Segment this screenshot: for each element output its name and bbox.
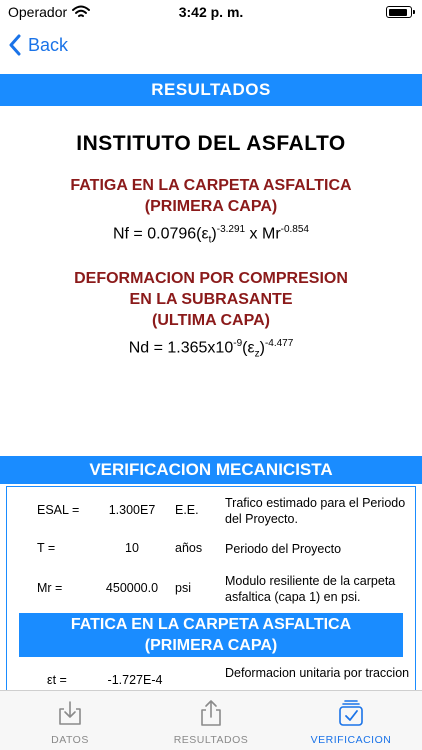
fatigue-formula: Nf = 0.0796(εt)-3.291 x Mr-0.854 xyxy=(112,224,309,246)
period-unit: años xyxy=(175,541,203,555)
back-button[interactable]: Back xyxy=(8,34,68,56)
tab-verificacion[interactable]: VERIFICACION xyxy=(281,691,421,750)
checkbox-stack-icon xyxy=(339,700,363,726)
battery-icon xyxy=(386,6,415,18)
esal-label: ESAL = xyxy=(37,503,80,517)
period-value: 10 xyxy=(125,541,139,555)
tab-resultados[interactable]: RESULTADOS xyxy=(141,691,281,750)
strain-description: Deformacion unitaria por traccion xyxy=(225,666,410,680)
deformation-formula: Nd = 1.365x10-9(εz)-4.477 xyxy=(128,338,294,360)
period-description: Periodo del Proyecto xyxy=(225,542,342,556)
strain-value: -1.727E-4 xyxy=(107,673,163,687)
tab-resultados-label: RESULTADOS xyxy=(173,734,249,746)
tab-datos[interactable]: DATOS xyxy=(0,691,140,750)
chevron-left-icon xyxy=(9,34,21,56)
tab-verificacion-label: VERIFICACION xyxy=(310,734,392,746)
esal-description: Trafico estimado para el Periodo del Pro… xyxy=(225,496,406,526)
modulus-value: 450000.0 xyxy=(105,581,159,595)
clock-time: 3:42 p. m. xyxy=(178,4,244,20)
esal-unit: E.E. xyxy=(175,503,199,517)
esal-value: 1.300E7 xyxy=(108,503,156,517)
page-title: RESULTADOS xyxy=(0,74,422,106)
fatigue-section-title-line2: (PRIMERA CAPA) xyxy=(144,637,278,654)
deformation-heading-line3: (ULTIMA CAPA) xyxy=(152,312,270,329)
verification-panel[interactable]: ESAL = 1.300E7 E.E. Trafico estimado par… xyxy=(6,486,416,690)
fatigue-section-title: FATICA EN LA CARPETA ASFALTICA (PRIMERA … xyxy=(19,613,403,657)
verification-title: VERIFICACION MECANICISTA xyxy=(0,456,422,484)
download-tray-icon xyxy=(59,701,81,725)
fatigue-heading-line2: (PRIMERA CAPA) xyxy=(144,198,278,215)
battery-level xyxy=(388,8,408,16)
institute-heading: INSTITUTO DEL ASFALTO xyxy=(76,132,346,155)
tab-datos-label: DATOS xyxy=(51,734,89,746)
fatigue-heading-line1: FATIGA EN LA CARPETA ASFALTICA xyxy=(70,177,352,194)
deformation-heading-line2: EN LA SUBRASANTE xyxy=(129,291,293,308)
modulus-description: Modulo resiliente de la carpeta asfaltic… xyxy=(225,574,396,604)
battery-tip xyxy=(413,10,415,14)
modulus-label: Mr = xyxy=(37,581,63,595)
tab-bar: DATOS RESULTADOS VERIFICACION xyxy=(0,690,422,750)
navigation-bar: Back xyxy=(0,28,422,70)
deformation-heading-line1: DEFORMACION POR COMPRESION xyxy=(74,270,348,287)
share-upload-icon xyxy=(201,700,221,726)
period-label: T = xyxy=(37,541,56,555)
modulus-unit: psi xyxy=(175,581,191,595)
back-label: Back xyxy=(28,34,69,55)
fatigue-section-title-line1: FATICA EN LA CARPETA ASFALTICA xyxy=(70,616,352,633)
status-bar: Operador 3:42 p. m. xyxy=(0,0,422,26)
